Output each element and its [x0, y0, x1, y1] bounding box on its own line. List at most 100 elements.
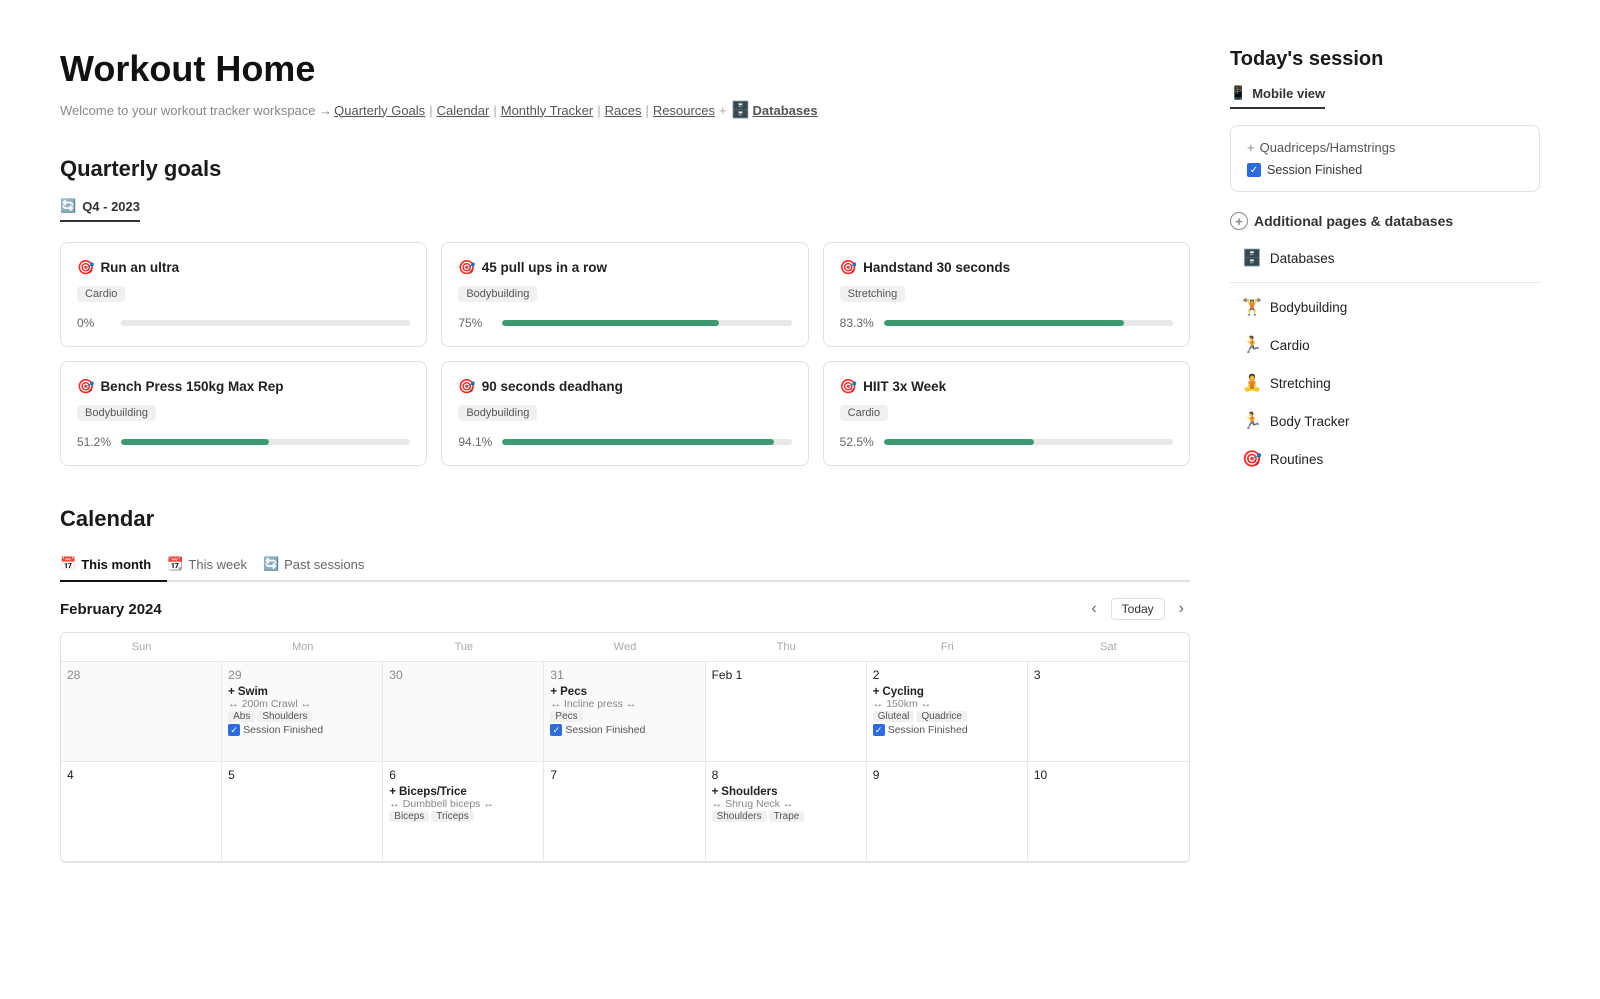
cal-tag: Biceps	[389, 811, 429, 822]
quarter-refresh-icon: 🔄	[60, 198, 76, 214]
calendar-tabs: 📅 This month 📆 This week 🔄 Past sessions	[60, 548, 1190, 582]
cal-date-1-1: 5	[228, 768, 376, 782]
goal-pct-1: 75%	[458, 316, 494, 330]
goal-progress-2: 83.3%	[840, 316, 1173, 330]
cal-day-header-sun: Sun	[61, 633, 222, 662]
goal-bar-fill-1	[502, 320, 719, 326]
cal-day-header-wed: Wed	[544, 633, 705, 662]
calendar-tab-past-sessions[interactable]: 🔄 Past sessions	[263, 548, 380, 582]
sidebar-link-body-tracker[interactable]: 🏃 Body Tracker	[1230, 403, 1540, 439]
cal-tags-0-3-0: Pecs	[550, 710, 698, 722]
goal-card-5[interactable]: 🎯 HIIT 3x Week Cardio 52.5%	[823, 361, 1190, 466]
sidebar-link-routines[interactable]: 🎯 Routines	[1230, 441, 1540, 477]
cal-tag: Shoulders	[712, 811, 767, 822]
goal-card-3[interactable]: 🎯 Bench Press 150kg Max Rep Bodybuilding…	[60, 361, 427, 466]
session-item-0[interactable]: + Quadriceps/Hamstrings ✓ Session Finish…	[1230, 125, 1540, 192]
calendar-tab-week-label: This week	[188, 557, 247, 572]
quarter-tab[interactable]: 🔄 Q4 - 2023	[60, 198, 140, 222]
breadcrumb-databases[interactable]: Databases	[753, 103, 818, 118]
goal-card-title-5: 🎯 HIIT 3x Week	[840, 378, 1173, 395]
cal-cell-1-3: 7	[544, 762, 705, 862]
calendar-today-btn[interactable]: Today	[1111, 598, 1165, 620]
breadcrumb-quarterly-goals[interactable]: Quarterly Goals	[334, 103, 425, 118]
cal-cell-1-0: 4	[61, 762, 222, 862]
calendar-tab-past-icon: 🔄	[263, 556, 279, 572]
additional-title-text: Additional pages & databases	[1254, 213, 1453, 229]
calendar-tab-this-week[interactable]: 📆 This week	[167, 548, 263, 582]
cal-finished-label: Session Finished	[243, 724, 323, 736]
cal-event-title-0-3-0: + Pecs	[550, 686, 698, 698]
cal-event-1-4-0[interactable]: + Shoulders↔ Shrug Neck ↔ShouldersTrape	[712, 786, 860, 822]
cal-checkbox-box: ✓	[550, 724, 562, 736]
cal-event-0-3-0[interactable]: + Pecs↔ Incline press ↔Pecs✓Session Fini…	[550, 686, 698, 736]
goal-card-1[interactable]: 🎯 45 pull ups in a row Bodybuilding 75%	[441, 242, 808, 347]
breadcrumb-calendar[interactable]: Calendar	[437, 103, 490, 118]
sidebar-link-databases[interactable]: 🗄️ Databases	[1230, 240, 1540, 276]
goal-card-name-0: Run an ultra	[100, 260, 179, 275]
goal-card-4[interactable]: 🎯 90 seconds deadhang Bodybuilding 94.1%	[441, 361, 808, 466]
sidebar-link-icon-3: 🧘	[1242, 373, 1262, 393]
cal-event-0-1-0[interactable]: + Swim↔ 200m Crawl ↔AbsShoulders✓Session…	[228, 686, 376, 736]
sidebar-link-label-4: Body Tracker	[1270, 414, 1350, 429]
cal-cell-0-5: 2 + Cycling↔ 150km ↔GlutealQuadrice✓Sessi…	[867, 662, 1028, 762]
cal-detail-icon: ↔	[228, 698, 239, 710]
session-items: + Quadriceps/Hamstrings ✓ Session Finish…	[1230, 125, 1540, 192]
breadcrumb-races[interactable]: Races	[605, 103, 642, 118]
cal-tags-1-4-0: ShouldersTrape	[712, 810, 860, 822]
goal-icon-5: 🎯	[840, 378, 857, 395]
cal-cell-0-3: 31+ Pecs↔ Incline press ↔Pecs✓Session Fi…	[544, 662, 705, 762]
calendar-next-btn[interactable]: ›	[1173, 598, 1190, 620]
goal-pct-2: 83.3%	[840, 316, 876, 330]
cal-cell-1-2: 6+ Biceps/Trice↔ Dumbbell biceps ↔Biceps…	[383, 762, 544, 862]
goal-bar-bg-1	[502, 320, 791, 326]
cal-event-0-5-0[interactable]: + Cycling↔ 150km ↔GlutealQuadrice✓Sessio…	[873, 686, 1021, 736]
goal-progress-0: 0%	[77, 316, 410, 330]
calendar-month-title: February 2024	[60, 601, 162, 618]
cal-cell-0-2: 30	[383, 662, 544, 762]
goal-card-title-0: 🎯 Run an ultra	[77, 259, 410, 276]
session-tab-label: Mobile view	[1252, 86, 1325, 101]
session-tab-icon: 📱	[1230, 85, 1246, 101]
sidebar-link-icon-4: 🏃	[1242, 411, 1262, 431]
sidebar-link-label-5: Routines	[1270, 452, 1323, 467]
sidebar-links: 🗄️ Databases 🏋️ Bodybuilding 🏃 Cardio 🧘 …	[1230, 240, 1540, 477]
goal-card-2[interactable]: 🎯 Handstand 30 seconds Stretching 83.3%	[823, 242, 1190, 347]
goal-card-0[interactable]: 🎯 Run an ultra Cardio 0%	[60, 242, 427, 347]
cal-event-1-2-0[interactable]: + Biceps/Trice↔ Dumbbell biceps ↔BicepsT…	[389, 786, 537, 822]
sidebar-link-bodybuilding[interactable]: 🏋️ Bodybuilding	[1230, 289, 1540, 325]
goal-card-title-1: 🎯 45 pull ups in a row	[458, 259, 791, 276]
breadcrumb-intro: Welcome to your workout tracker workspac…	[60, 103, 332, 118]
cal-tag: Quadrice	[916, 711, 967, 722]
quarterly-goals-section: Quarterly goals 🔄 Q4 - 2023 🎯 Run an ult…	[60, 156, 1190, 466]
goal-tag-1: Bodybuilding	[458, 286, 537, 302]
breadcrumb: Welcome to your workout tracker workspac…	[60, 100, 1190, 120]
cal-event-detail-1-4-0: ↔ Shrug Neck ↔	[712, 798, 860, 810]
session-item-name-0: Quadriceps/Hamstrings	[1260, 140, 1396, 155]
breadcrumb-resources[interactable]: Resources	[653, 103, 715, 118]
cal-date-0-3: 31	[550, 668, 698, 682]
cal-date-1-6: 10	[1034, 768, 1183, 782]
additional-title: + Additional pages & databases	[1230, 212, 1540, 230]
cal-cell-1-5: 9	[867, 762, 1028, 862]
cal-session-finished-0-5-0: ✓Session Finished	[873, 724, 1021, 736]
cal-event-detail-0-1-0: ↔ 200m Crawl ↔	[228, 698, 376, 710]
cal-cell-0-6: 3	[1028, 662, 1189, 762]
cal-add-icon: +	[873, 686, 880, 698]
cal-cell-0-4: Feb 1	[706, 662, 867, 762]
sidebar-link-label-2: Cardio	[1270, 338, 1310, 353]
sidebar-link-stretching[interactable]: 🧘 Stretching	[1230, 365, 1540, 401]
calendar-tab-this-month[interactable]: 📅 This month	[60, 548, 167, 582]
cal-detail-icon: ↔	[873, 698, 884, 710]
calendar-prev-btn[interactable]: ‹	[1085, 598, 1102, 620]
sidebar-link-cardio[interactable]: 🏃 Cardio	[1230, 327, 1540, 363]
cal-tag: Shoulders	[257, 711, 312, 722]
session-mobile-view-tab[interactable]: 📱 Mobile view	[1230, 85, 1325, 109]
cal-tag: Triceps	[431, 811, 473, 822]
breadcrumb-monthly-tracker[interactable]: Monthly Tracker	[501, 103, 593, 118]
goal-progress-5: 52.5%	[840, 435, 1173, 449]
cal-detail-icon: ↔	[389, 798, 400, 810]
cal-date-0-5: 2	[873, 668, 1021, 682]
cal-tag: Abs	[228, 711, 255, 722]
session-finished-row-0: ✓ Session Finished	[1247, 163, 1523, 177]
goal-icon-0: 🎯	[77, 259, 94, 276]
